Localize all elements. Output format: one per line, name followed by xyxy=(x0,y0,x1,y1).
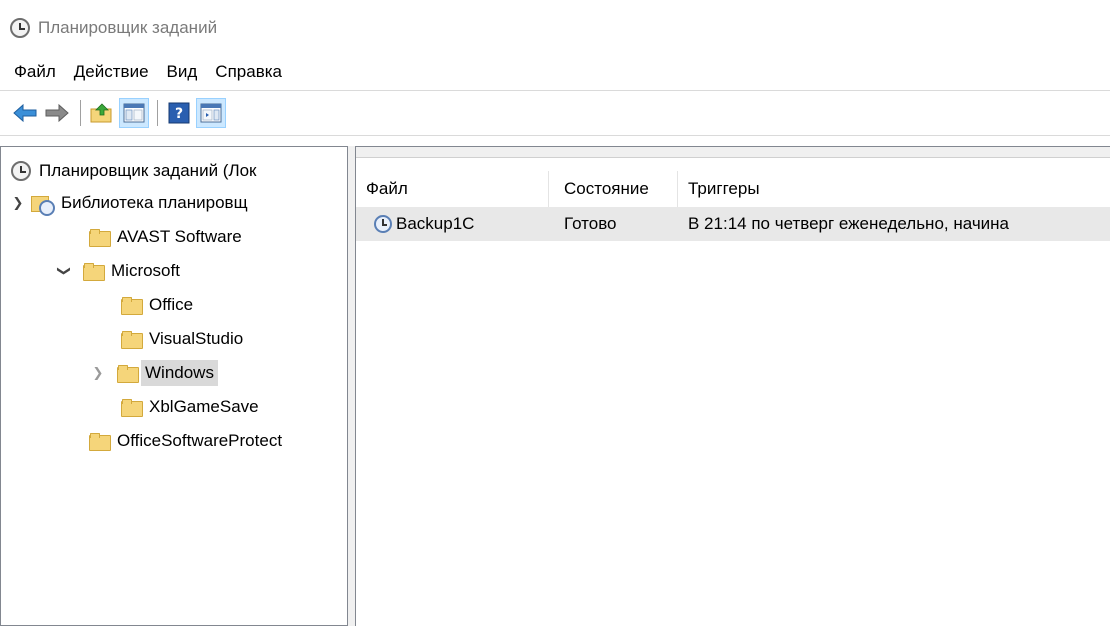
tree-item-library[interactable]: ❯ Библиотека планировщ xyxy=(11,187,248,219)
folder-icon xyxy=(117,365,139,383)
tree-item-avast[interactable]: AVAST Software xyxy=(89,221,242,253)
menu-view[interactable]: Вид xyxy=(159,60,206,84)
column-header-status[interactable]: Состояние xyxy=(554,171,678,207)
console-tree-icon xyxy=(123,103,145,123)
tree-item-label: AVAST Software xyxy=(117,227,242,246)
tree-item-microsoft[interactable]: ❯ Microsoft xyxy=(57,255,180,287)
task-name: Backup1C xyxy=(396,214,475,233)
toolbar: ? xyxy=(0,90,1110,136)
back-button[interactable] xyxy=(10,98,40,128)
folder-icon xyxy=(89,229,111,247)
forward-button[interactable] xyxy=(42,98,72,128)
column-header-triggers[interactable]: Триггеры xyxy=(678,171,1110,207)
task-list: Файл Состояние Триггеры Backup1C Готово … xyxy=(355,146,1110,626)
help-button[interactable]: ? xyxy=(164,98,194,128)
tree-item-label: Office xyxy=(149,295,194,314)
tree-item-officesoftwareprotect[interactable]: OfficeSoftwareProtect xyxy=(89,425,282,457)
tree-item-label: Microsoft xyxy=(111,261,180,280)
chevron-down-icon[interactable]: ❯ xyxy=(11,195,25,211)
tree-item-label: Windows xyxy=(141,360,218,386)
folder-up-icon xyxy=(90,103,112,123)
up-one-level-button[interactable] xyxy=(87,98,117,128)
tree-item-label: Планировщик заданий (Лок xyxy=(39,161,257,180)
folder-icon xyxy=(121,331,143,349)
library-icon xyxy=(31,193,55,216)
forward-arrow-icon xyxy=(45,103,69,123)
task-clock-icon xyxy=(374,215,392,233)
show-console-tree-button[interactable] xyxy=(119,98,149,128)
window-title: Планировщик заданий xyxy=(38,18,218,37)
menu-help[interactable]: Справка xyxy=(207,60,290,84)
tree-item-xblgamesave[interactable]: XblGameSave xyxy=(121,391,259,423)
chevron-down-icon[interactable]: ❯ xyxy=(56,264,72,278)
help-icon: ? xyxy=(168,102,190,124)
task-scheduler-icon xyxy=(11,161,31,181)
back-arrow-icon xyxy=(13,103,37,123)
folder-icon xyxy=(89,433,111,451)
chevron-right-icon[interactable]: ❯ xyxy=(91,365,105,381)
show-action-pane-button[interactable] xyxy=(196,98,226,128)
tree-item-root[interactable]: Планировщик заданий (Лок xyxy=(11,155,257,187)
tree-item-office[interactable]: Office xyxy=(121,289,193,321)
folder-icon xyxy=(121,297,143,315)
tree-item-label: VisualStudio xyxy=(149,329,244,348)
task-status: Готово xyxy=(564,214,617,233)
tree-item-label: XblGameSave xyxy=(149,397,259,416)
folder-icon xyxy=(121,399,143,417)
tree-item-label: OfficeSoftwareProtect xyxy=(117,431,283,450)
tree-item-windows[interactable]: ❯ Windows xyxy=(91,357,218,389)
tree-item-visualstudio[interactable]: VisualStudio xyxy=(121,323,243,355)
toolbar-separator xyxy=(157,100,158,126)
table-row[interactable]: Backup1C Готово В 21:14 по четверг ежене… xyxy=(356,207,1110,241)
menu-bar: Файл Действие Вид Справка xyxy=(0,56,1110,88)
tree-item-label: Библиотека планировщ xyxy=(61,193,248,212)
task-trigger: В 21:14 по четверг еженедельно, начина xyxy=(688,214,1010,233)
action-pane-icon xyxy=(200,103,222,123)
console-tree: Планировщик заданий (Лок ❯ Библиотека пл… xyxy=(0,146,347,626)
toolbar-separator xyxy=(80,100,81,126)
pane-splitter[interactable] xyxy=(347,146,355,626)
title-bar: Планировщик заданий xyxy=(0,0,1110,56)
column-header-file[interactable]: Файл xyxy=(356,171,549,207)
menu-file[interactable]: Файл xyxy=(6,60,64,84)
menu-action[interactable]: Действие xyxy=(66,60,157,84)
task-scheduler-icon xyxy=(10,18,30,38)
folder-icon xyxy=(83,263,105,281)
task-name-cell: Backup1C xyxy=(366,207,554,241)
svg-text:?: ? xyxy=(175,106,183,122)
